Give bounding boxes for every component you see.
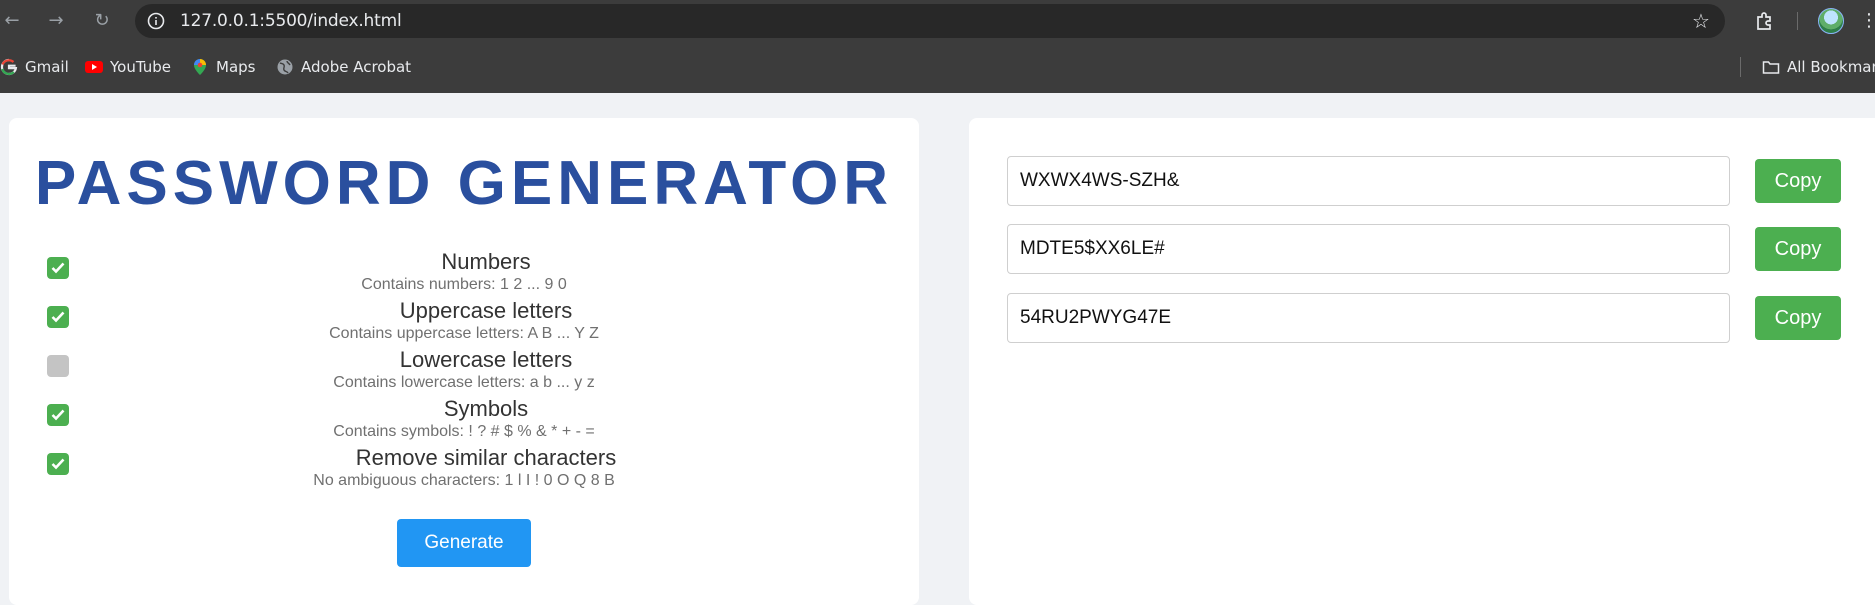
- password-field[interactable]: [1007, 293, 1730, 343]
- maps-pin-icon: [194, 59, 206, 75]
- bookmark-star-icon[interactable]: ☆: [1689, 9, 1713, 33]
- option-description: Contains uppercase letters: A B ... Y Z: [329, 325, 599, 342]
- password-row: Copy: [969, 156, 1875, 206]
- all-bookmarks-button[interactable]: All Bookmarks: [1762, 55, 1875, 79]
- youtube-icon: [85, 61, 103, 73]
- option-numbers: Numbers Contains numbers: 1 2 ... 9 0: [9, 249, 919, 298]
- menu-icon[interactable]: ⋮: [1860, 9, 1875, 33]
- forward-icon[interactable]: →: [44, 9, 68, 33]
- folder-icon: [1762, 61, 1780, 74]
- option-uppercase: Uppercase letters Contains uppercase let…: [9, 298, 919, 347]
- option-lowercase: Lowercase letters Contains lowercase let…: [9, 347, 919, 396]
- option-label: Numbers: [441, 249, 531, 274]
- globe-icon: [277, 59, 293, 75]
- copy-button[interactable]: Copy: [1755, 227, 1841, 271]
- option-label: Remove similar characters: [355, 445, 617, 470]
- option-description: Contains lowercase letters: a b ... y z: [333, 374, 595, 391]
- address-bar[interactable]: 127.0.0.1:5500/index.html ☆: [135, 4, 1725, 38]
- bookmarks-divider: [1740, 57, 1741, 77]
- option-description: Contains symbols: ! ? # $ % & * + - =: [333, 423, 595, 440]
- password-field[interactable]: [1007, 156, 1730, 206]
- option-description: No ambiguous characters: 1 l I ! 0 O Q 8…: [313, 472, 615, 489]
- passwords-panel: Copy Copy Copy: [969, 118, 1875, 605]
- extensions-icon[interactable]: [1753, 9, 1777, 33]
- option-remove-similar: Remove similar characters No ambiguous c…: [9, 445, 919, 494]
- option-label: Uppercase letters: [399, 298, 573, 323]
- option-label: Symbols: [443, 396, 529, 421]
- bookmark-label: YouTube: [110, 58, 171, 76]
- bookmarks-bar: Gmail YouTube Maps Adobe Acrobat All Boo…: [0, 41, 1875, 93]
- profile-avatar[interactable]: [1818, 8, 1844, 34]
- browser-toolbar: ← → ↻ 127.0.0.1:5500/index.html ☆ ⋮: [0, 0, 1875, 41]
- copy-button[interactable]: Copy: [1755, 159, 1841, 203]
- toolbar-divider: [1797, 12, 1798, 30]
- bookmark-label: Gmail: [25, 58, 69, 76]
- option-label: Lowercase letters: [399, 347, 573, 372]
- password-row: Copy: [969, 224, 1875, 274]
- bookmark-adobe-acrobat[interactable]: Adobe Acrobat: [276, 55, 411, 79]
- password-field[interactable]: [1007, 224, 1730, 274]
- option-symbols: Symbols Contains symbols: ! ? # $ % & * …: [9, 396, 919, 445]
- page-title: PASSWORD GENERATOR: [34, 149, 894, 218]
- url-text[interactable]: 127.0.0.1:5500/index.html: [180, 4, 402, 38]
- bookmark-label: Adobe Acrobat: [301, 58, 412, 76]
- all-bookmarks-label: All Bookmarks: [1787, 58, 1875, 76]
- bookmark-maps[interactable]: Maps: [191, 55, 255, 79]
- reload-icon[interactable]: ↻: [90, 9, 114, 33]
- copy-button[interactable]: Copy: [1755, 296, 1841, 340]
- option-description: Contains numbers: 1 2 ... 9 0: [361, 276, 567, 293]
- password-row: Copy: [969, 293, 1875, 343]
- bookmark-youtube[interactable]: YouTube: [85, 55, 171, 79]
- generator-panel: PASSWORD GENERATOR Numbers Contains numb…: [9, 118, 919, 605]
- generate-button[interactable]: Generate: [397, 519, 531, 567]
- bookmark-gmail[interactable]: Gmail: [0, 55, 69, 79]
- site-info-icon[interactable]: [147, 12, 165, 30]
- bookmark-label: Maps: [216, 58, 256, 76]
- back-icon[interactable]: ←: [0, 9, 24, 33]
- google-icon: [0, 58, 18, 76]
